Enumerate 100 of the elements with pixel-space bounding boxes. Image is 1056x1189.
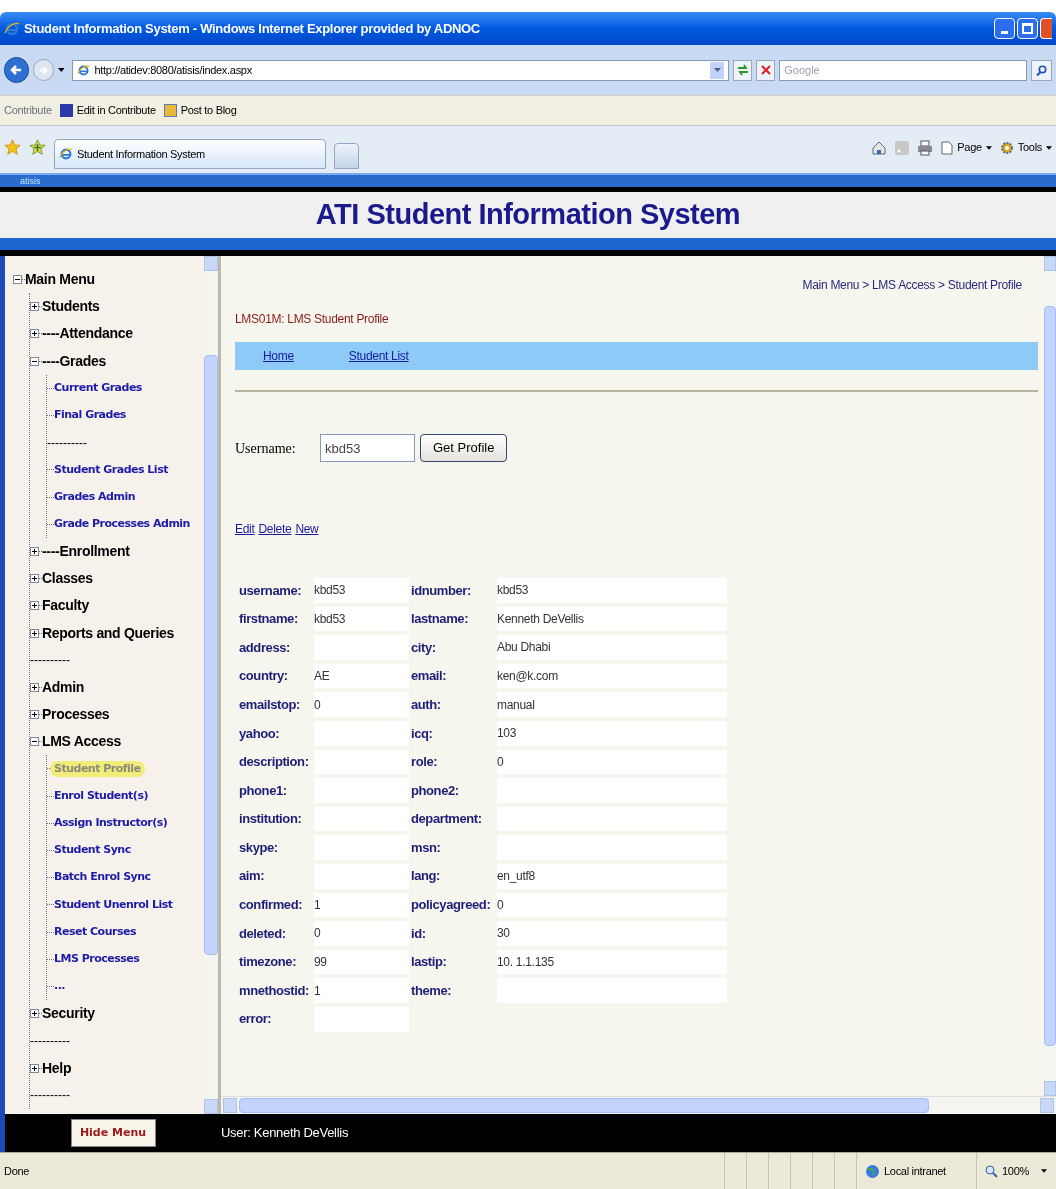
field-label: role: — [411, 753, 439, 772]
dropdown-arrow-icon — [985, 145, 992, 150]
expand-icon[interactable] — [30, 546, 39, 556]
browser-logo-icon — [4, 20, 20, 37]
home-icon[interactable] — [871, 139, 888, 156]
menu-link[interactable]: Final Grades — [54, 407, 126, 424]
menu-item[interactable]: LMS Access — [42, 731, 121, 753]
menu-link[interactable]: Reset Courses — [54, 923, 136, 941]
menu-link[interactable]: LMS Processes — [54, 951, 140, 968]
nav-link[interactable]: Home — [263, 347, 294, 365]
close-button[interactable] — [1040, 18, 1052, 39]
menu-link[interactable]: Current Grades — [54, 380, 142, 397]
browser-logo-icon — [59, 147, 73, 161]
menu-link[interactable]: Grade Processes Admin — [54, 516, 190, 533]
expand-icon[interactable] — [30, 1009, 39, 1019]
toolbar-button[interactable]: Post to Blog — [163, 102, 237, 119]
refresh-button[interactable] — [733, 59, 753, 81]
globe-icon — [865, 1163, 880, 1179]
add-favorite-icon[interactable] — [29, 139, 46, 156]
search-field[interactable]: Google — [779, 59, 1027, 81]
field-label: emailstop: — [239, 695, 301, 714]
menu-item[interactable]: Reports and Queries — [42, 622, 174, 644]
star-icon[interactable] — [4, 139, 21, 156]
field-label: auth: — [411, 695, 442, 714]
get-profile-button[interactable]: Get Profile — [420, 434, 508, 462]
menu-item[interactable]: Main Menu — [25, 269, 95, 291]
menu-link[interactable]: Student Unenrol List — [54, 896, 173, 914]
menu-link[interactable]: Enrol Student(s) — [54, 787, 148, 805]
username-field[interactable]: kbd53 — [320, 434, 415, 462]
menu-link[interactable]: ... — [54, 978, 66, 995]
field-label: theme: — [411, 981, 453, 1000]
menu-item[interactable]: Classes — [42, 568, 93, 590]
field-value: kbd53 — [497, 578, 727, 603]
nav-link[interactable]: Student List — [348, 347, 409, 365]
field-label: department: — [411, 810, 483, 829]
menu-separator: ---------- — [30, 652, 70, 670]
menu-item[interactable]: ----Attendance — [42, 323, 133, 345]
action-link[interactable]: Edit — [235, 520, 255, 538]
toolbar-item-icon — [163, 104, 177, 117]
maximize-button[interactable] — [1017, 18, 1038, 39]
address-field[interactable]: http://atidev:8080/atisis/index.aspx — [72, 59, 730, 81]
field-label: confirmed: — [239, 896, 304, 915]
horizontal-scrollbar[interactable] — [221, 1096, 1056, 1114]
menu-item[interactable]: Processes — [42, 704, 110, 726]
dropdown-arrow-icon[interactable] — [57, 68, 65, 72]
menu-item[interactable]: Security — [42, 1003, 95, 1025]
field-value: 103 — [497, 720, 727, 746]
expand-icon[interactable] — [30, 628, 39, 638]
field-value: kbd53 — [314, 606, 409, 632]
field-label: lastname: — [411, 610, 470, 629]
field-value: kbd53 — [314, 578, 409, 603]
collapse-icon[interactable] — [30, 356, 39, 366]
field-label: skype: — [239, 838, 279, 857]
vertical-scrollbar[interactable] — [1044, 256, 1056, 1096]
expand-icon[interactable] — [30, 302, 39, 312]
field-label: icq: — [411, 724, 434, 743]
collapse-icon[interactable] — [30, 737, 39, 747]
zoom-button[interactable]: 100% — [985, 1162, 1029, 1180]
back-arrow-icon — [9, 63, 24, 77]
menu-item[interactable]: Admin — [42, 676, 85, 698]
vertical-scrollbar[interactable] — [204, 256, 218, 1114]
menu-item[interactable]: ----Grades — [42, 350, 106, 372]
menu-link[interactable]: Student Grades List — [54, 461, 168, 479]
hide-menu-button[interactable]: Hide Menu — [70, 1119, 156, 1147]
page-code: LMS01M: LMS Student Profile — [235, 312, 389, 326]
menu-link[interactable]: Assign Instructor(s) — [54, 815, 168, 832]
dropdown-arrow-icon — [1046, 145, 1052, 150]
command-button[interactable]: Tools — [999, 139, 1052, 156]
stop-button[interactable] — [756, 59, 776, 81]
field-label: policyagreed: — [411, 896, 492, 915]
back-button[interactable] — [4, 57, 29, 83]
menu-link[interactable]: Grades Admin — [54, 488, 136, 506]
gear-icon — [999, 140, 1014, 155]
menu-link[interactable]: Student Sync — [54, 842, 131, 859]
printer-icon[interactable] — [917, 139, 934, 156]
menu-item[interactable]: ----Enrollment — [42, 540, 130, 562]
expand-icon[interactable] — [30, 329, 39, 339]
minimize-button[interactable] — [994, 18, 1015, 39]
field-label: address: — [239, 638, 291, 657]
expand-icon[interactable] — [30, 601, 39, 611]
command-button[interactable]: Page — [941, 139, 992, 156]
search-button[interactable] — [1030, 59, 1052, 81]
expand-icon[interactable] — [30, 710, 39, 720]
field-label: username: — [239, 581, 303, 600]
menu-item[interactable]: Help — [42, 1057, 72, 1079]
collapse-icon[interactable] — [13, 275, 22, 285]
menu-item[interactable]: Faculty — [42, 595, 89, 617]
menu-item[interactable]: Students — [42, 296, 100, 318]
browser-tab[interactable]: Student Information System — [54, 139, 326, 169]
toolbar-button[interactable]: Edit in Contribute — [59, 102, 156, 119]
action-link[interactable]: Delete — [258, 520, 292, 538]
menu-link[interactable]: Batch Enrol Sync — [54, 869, 151, 886]
expand-icon[interactable] — [30, 574, 39, 584]
expand-icon[interactable] — [30, 682, 39, 692]
expand-icon[interactable] — [30, 1063, 39, 1073]
dropdown-arrow-icon[interactable] — [1040, 1169, 1047, 1173]
field-label: error: — [239, 1010, 273, 1029]
action-link[interactable]: New — [295, 520, 319, 538]
field-label: firstname: — [239, 610, 299, 629]
field-label: deleted: — [239, 924, 287, 943]
